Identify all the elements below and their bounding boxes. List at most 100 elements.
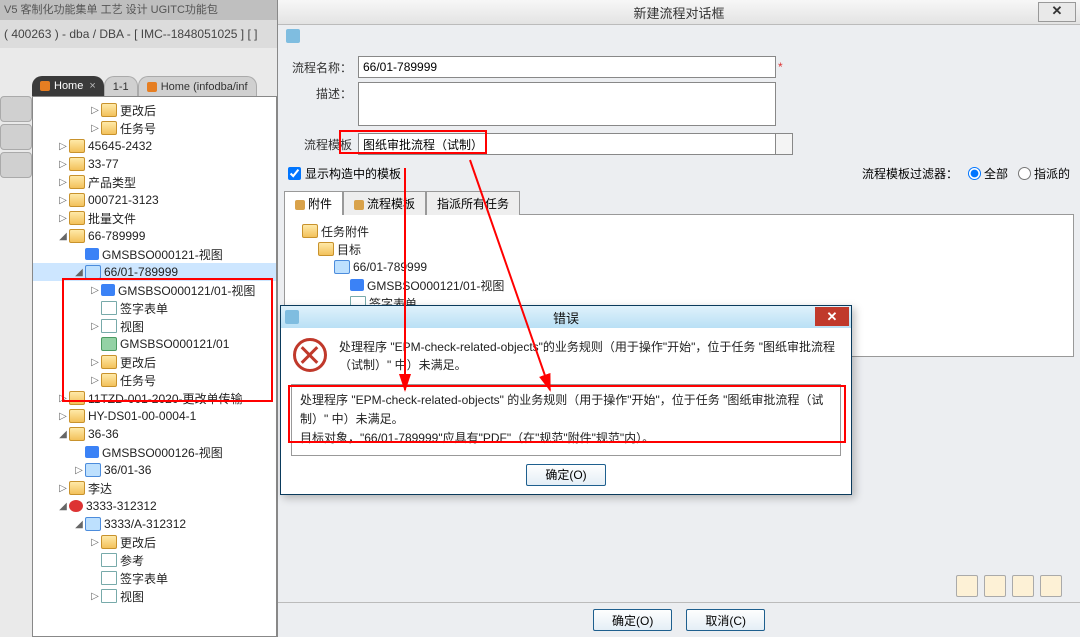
expand-icon[interactable]: ◢ [57, 429, 69, 440]
expand-icon[interactable]: ◢ [73, 267, 85, 278]
tree-row[interactable]: ▷33-77 [33, 155, 276, 173]
expand-icon[interactable]: ▷ [57, 393, 69, 404]
expand-icon[interactable]: ▷ [89, 375, 101, 386]
tree-label: 视图 [120, 588, 144, 605]
tree-row[interactable]: ▷更改后 [33, 101, 276, 119]
tree-row[interactable]: GMSBSO000121/01 [33, 335, 276, 353]
dataset-icon [101, 337, 117, 351]
tree-row[interactable]: ▷36/01-36 [33, 461, 276, 479]
tree-label: 视图 [120, 318, 144, 335]
template-input[interactable] [358, 133, 776, 155]
expand-icon[interactable]: ▷ [89, 357, 101, 368]
tree-label: 任务号 [120, 120, 156, 137]
expand-icon[interactable]: ◢ [57, 501, 69, 512]
tree-row[interactable]: ▷ HY-DS01-00-0004-1 [33, 407, 276, 425]
rev-icon [334, 260, 350, 274]
tree-row[interactable]: ▷ 视图 [33, 587, 276, 605]
expand-icon[interactable]: ▷ [57, 483, 69, 494]
filter-assigned-option[interactable]: 指派的 [1018, 165, 1070, 182]
file-icon [101, 319, 117, 333]
filter-all-option[interactable]: 全部 [968, 165, 1008, 182]
tree-label: 11TZD-001-2020-更改单传输 [88, 390, 243, 407]
description-input[interactable] [358, 82, 776, 126]
tree-row[interactable]: ▷45645-2432 [33, 137, 276, 155]
tree-row[interactable]: ◢3333/A-312312 [33, 515, 276, 533]
expand-icon[interactable]: ▷ [57, 411, 69, 422]
tree-row[interactable]: GMSBSO000121-视图 [33, 245, 276, 263]
show-under-construction-checkbox[interactable] [288, 167, 301, 180]
expand-icon[interactable]: ◢ [73, 519, 85, 530]
tree-row[interactable]: ◢3333-312312 [33, 497, 276, 515]
tree-row[interactable]: ◢36-36 [33, 425, 276, 443]
tree-row[interactable]: ▷ 视图 [33, 317, 276, 335]
expand-icon[interactable]: ▷ [57, 213, 69, 224]
tree-label: 000721-3123 [88, 193, 159, 207]
toolbar-icon-1[interactable] [956, 575, 978, 597]
toolbar-icon-2[interactable] [984, 575, 1006, 597]
error-ok-button[interactable]: 确定(O) [526, 464, 605, 486]
filter-all-radio[interactable] [968, 167, 981, 180]
tab-assign-all[interactable]: 指派所有任务 [426, 191, 520, 215]
template-picker-button[interactable] [775, 133, 793, 155]
tree-label: HY-DS01-00-0004-1 [88, 409, 196, 423]
tree-row[interactable]: ◢66/01-789999 [33, 263, 276, 281]
red-icon [69, 500, 83, 512]
expand-icon[interactable]: ▷ [57, 195, 69, 206]
tree-row[interactable]: 目标 [288, 240, 1070, 258]
navigator-tree[interactable]: ▷更改后▷任务号▷45645-2432▷33-77▷产品类型▷000721-31… [32, 96, 277, 637]
tree-row[interactable]: 签字表单 [33, 569, 276, 587]
tab-label: Home [54, 80, 83, 92]
tree-row[interactable]: ◢66-789999 [33, 227, 276, 245]
tree-row[interactable]: GMSBSO000121/01-视图 [288, 276, 1070, 294]
toolbar-icon-3[interactable] [1012, 575, 1034, 597]
tree-label: 产品类型 [88, 174, 136, 191]
tree-row[interactable]: ▷ 11TZD-001-2020-更改单传输 [33, 389, 276, 407]
tree-row[interactable]: ▷ 任务号 [33, 119, 276, 137]
tree-row[interactable]: ▷李达 [33, 479, 276, 497]
side-btn-2[interactable] [0, 124, 32, 150]
folder-icon [69, 481, 85, 495]
expand-icon[interactable]: ▷ [89, 105, 101, 116]
expand-icon[interactable]: ◢ [57, 231, 69, 242]
tab-process-template[interactable]: 流程模板 [343, 191, 426, 215]
tab-1-1[interactable]: 1-1 [104, 76, 138, 97]
cancel-button[interactable]: 取消(C) [686, 609, 765, 631]
tree-row[interactable]: ▷任务号 [33, 371, 276, 389]
tab-attachments[interactable]: 附件 [284, 191, 343, 215]
expand-icon[interactable]: ▷ [89, 537, 101, 548]
tree-row[interactable]: 签字表单 [33, 299, 276, 317]
expand-icon[interactable]: ▷ [89, 285, 101, 296]
show-under-construction-label: 显示构造中的模板 [305, 165, 401, 182]
side-btn-3[interactable] [0, 152, 32, 178]
tree-row[interactable]: GMSBSO000126-视图 [33, 443, 276, 461]
dialog-close-button[interactable]: ✕ [1038, 2, 1076, 22]
toolbar-icon-4[interactable] [1040, 575, 1062, 597]
ok-button[interactable]: 确定(O) [593, 609, 672, 631]
tree-row[interactable]: ▷ 000721-3123 [33, 191, 276, 209]
expand-icon[interactable]: ▷ [73, 465, 85, 476]
expand-icon[interactable]: ▷ [89, 321, 101, 332]
side-btn-1[interactable] [0, 96, 32, 122]
tree-label: GMSBSO000126-视图 [102, 444, 223, 461]
tree-row[interactable]: 任务附件 [288, 222, 1070, 240]
folder-icon [101, 103, 117, 117]
tree-row[interactable]: ▷GMSBSO000121/01-视图 [33, 281, 276, 299]
expand-icon[interactable]: ▷ [57, 159, 69, 170]
tab-home-infodba[interactable]: Home (infodba/inf [138, 76, 257, 97]
tree-row[interactable]: ▷更改后 [33, 533, 276, 551]
filter-assigned-radio[interactable] [1018, 167, 1031, 180]
desc-label: 描述： [288, 82, 352, 102]
tree-row[interactable]: ▷批量文件 [33, 209, 276, 227]
tree-row[interactable]: 参考 [33, 551, 276, 569]
expand-icon[interactable]: ▷ [89, 591, 101, 602]
expand-icon[interactable]: ▷ [57, 141, 69, 152]
process-name-input[interactable] [358, 56, 776, 78]
expand-icon[interactable]: ▷ [89, 123, 101, 134]
tree-row[interactable]: ▷ 产品类型 [33, 173, 276, 191]
tab-home[interactable]: Home × [32, 76, 104, 96]
error-close-button[interactable]: ✕ [815, 307, 849, 326]
close-icon[interactable]: × [89, 80, 95, 92]
tree-row[interactable]: 66/01-789999 [288, 258, 1070, 276]
expand-icon[interactable]: ▷ [57, 177, 69, 188]
tree-row[interactable]: ▷更改后 [33, 353, 276, 371]
